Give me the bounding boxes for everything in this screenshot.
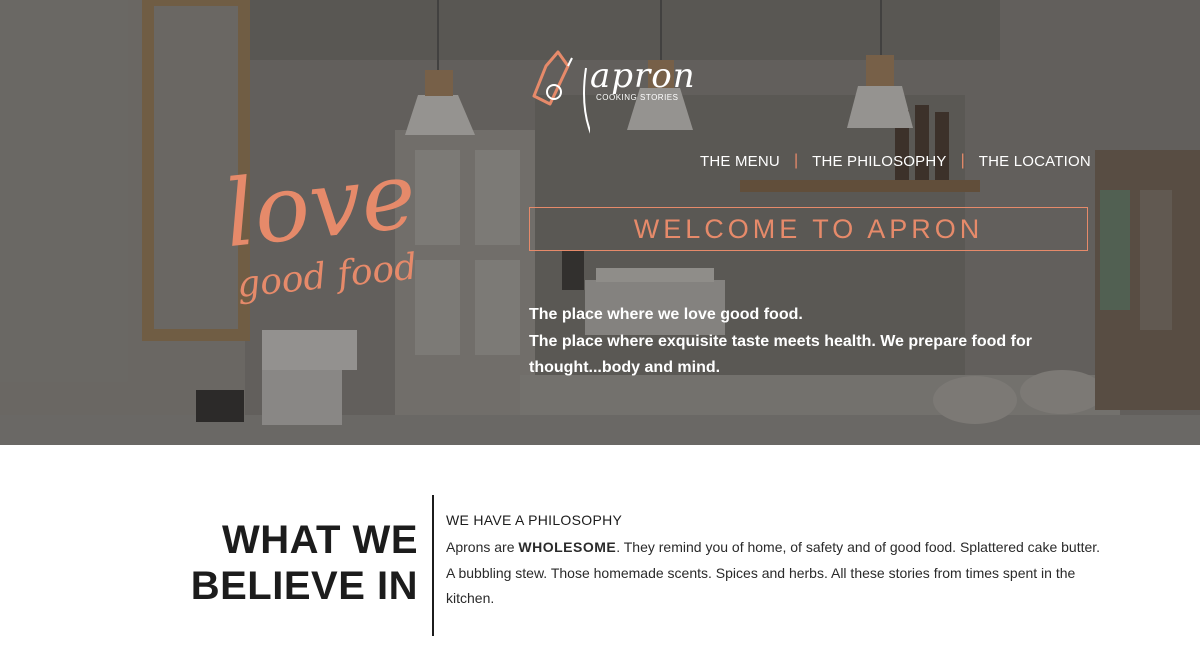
nav-separator: | bbox=[793, 152, 799, 169]
welcome-title: WELCOME TO APRON bbox=[633, 213, 984, 244]
main-nav: THE MENU | THE PHILOSOPHY | THE LOCATION bbox=[700, 152, 1091, 170]
divider-line bbox=[432, 495, 434, 636]
nav-item-philosophy[interactable]: THE PHILOSOPHY bbox=[812, 153, 947, 170]
intro-line-2: The place where exquisite taste meets he… bbox=[529, 332, 1032, 377]
apron-logo-icon bbox=[532, 50, 590, 134]
brand-name: apron bbox=[590, 56, 696, 96]
intro-line-1: The place where we love good food. bbox=[529, 306, 803, 323]
hero-section: apron COOKING STORIES THE MENU | THE PHI… bbox=[0, 0, 1200, 445]
nav-item-location[interactable]: THE LOCATION bbox=[979, 153, 1091, 170]
welcome-banner: WELCOME TO APRON bbox=[529, 207, 1088, 251]
body-emphasis: WHOLESOME bbox=[518, 539, 617, 555]
nav-item-menu[interactable]: THE MENU bbox=[700, 153, 780, 170]
belief-heading-line-2: BELIEVE IN bbox=[190, 564, 418, 608]
love-good-food-script: love good food. bbox=[219, 142, 420, 306]
belief-heading-line-1: WHAT WE bbox=[221, 518, 418, 562]
body-text-start: Aprons are bbox=[446, 539, 519, 555]
belief-heading: WHAT WE BELIEVE IN bbox=[180, 517, 418, 609]
philosophy-body: Aprons are WHOLESOME. They remind you of… bbox=[446, 535, 1106, 612]
intro-text: The place where we love good food. The p… bbox=[529, 302, 1069, 382]
brand-logo[interactable]: apron COOKING STORIES bbox=[528, 48, 703, 138]
nav-separator: | bbox=[960, 152, 965, 169]
brand-tagline: COOKING STORIES bbox=[596, 93, 679, 102]
belief-section: WHAT WE BELIEVE IN WE HAVE A PHILOSOPHY … bbox=[0, 445, 1200, 651]
philosophy-kicker: WE HAVE A PHILOSOPHY bbox=[446, 512, 623, 528]
